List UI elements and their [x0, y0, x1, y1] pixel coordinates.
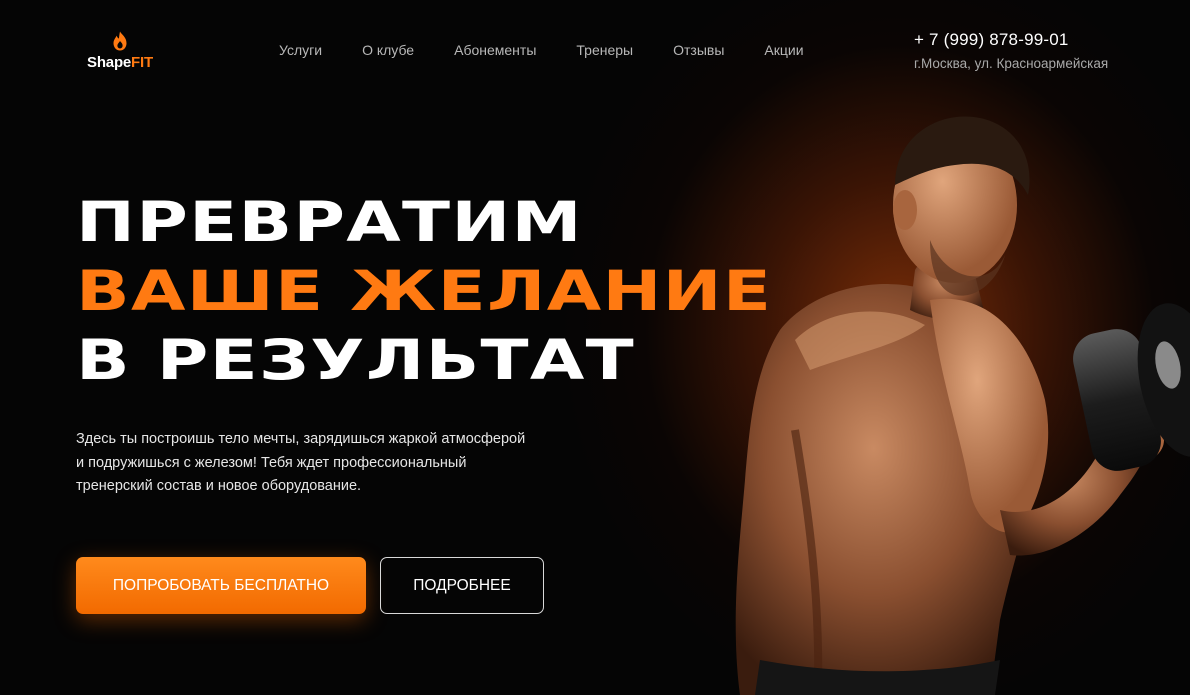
main-nav: Услуги О клубе Абонементы Тренеры Отзывы…	[279, 42, 844, 58]
logo-text: ShapeFIT	[82, 54, 158, 71]
phone-link[interactable]: + 7 (999) 878-99-01	[914, 30, 1108, 50]
hero-headline: ПРЕВРАТИМ ВАШЕ ЖЕЛАНИЕ В РЕЗУЛЬТАТ	[76, 188, 771, 395]
logo-text-fit: FIT	[131, 54, 153, 71]
headline-line-3: В РЕЗУЛЬТАТ	[76, 328, 635, 392]
headline-line-1: ПРЕВРАТИМ	[76, 190, 583, 254]
logo[interactable]: ShapeFIT	[82, 30, 158, 74]
nav-item-memberships[interactable]: Абонементы	[454, 42, 536, 58]
address: г.Москва, ул. Красноармейская	[914, 56, 1109, 71]
nav-item-about[interactable]: О клубе	[362, 42, 414, 58]
description-line-3: тренерский состав и новое оборудование.	[76, 478, 362, 494]
contacts: + 7 (999) 878-99-01 г.Москва, ул. Красно…	[914, 30, 1108, 71]
landing-page: ShapeFIT Услуги О клубе Абонементы Трене…	[0, 0, 1190, 695]
nav-item-services[interactable]: Услуги	[279, 42, 322, 58]
try-free-button[interactable]: ПОПРОБОВАТЬ БЕСПЛАТНО	[76, 557, 366, 614]
logo-text-shape: Shape	[87, 54, 132, 71]
more-info-button[interactable]: ПОДРОБНЕЕ	[380, 557, 544, 614]
nav-item-trainers[interactable]: Тренеры	[576, 42, 633, 58]
nav-item-reviews[interactable]: Отзывы	[673, 42, 724, 58]
headline-line-2: ВАШЕ ЖЕЛАНИЕ	[76, 259, 773, 323]
description-line-1: Здесь ты построишь тело мечты, зарядишьс…	[76, 431, 526, 447]
hero-description: Здесь ты построишь тело мечты, зарядишьс…	[76, 428, 556, 499]
flame-icon	[113, 31, 127, 51]
description-line-2: и подружишься с железом! Тебя ждет профе…	[76, 454, 467, 471]
athlete-image	[735, 116, 1190, 695]
nav-item-promotions[interactable]: Акции	[764, 42, 803, 58]
